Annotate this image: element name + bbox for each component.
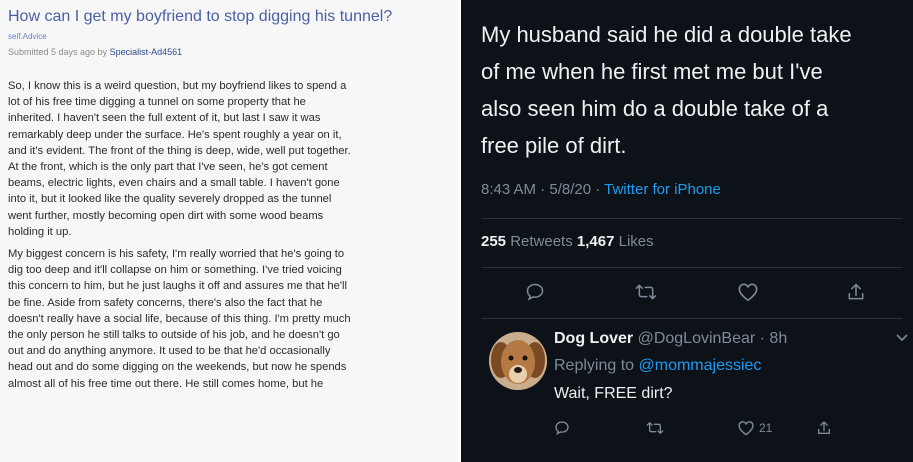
dog-avatar-image [489,332,547,390]
like-icon [738,421,754,436]
post-line: into it, but it looked like the quality … [8,193,332,206]
post-line: So, I know this is a weird question, but… [8,80,347,92]
author-link[interactable]: Specialist-Ad4561 [110,47,183,57]
replying-prefix: Replying to [554,357,639,374]
post-body: So, I know this is a weird question, but… [8,78,448,392]
tweet-line: My husband said he did a double take [481,22,852,47]
submitted-text: Submitted 5 days ago by [8,47,110,57]
post-line: remarkably deep under the surface. He's … [8,128,342,141]
post-title[interactable]: How can I get my boyfriend to stop diggi… [8,8,392,26]
post-meta: Submitted 5 days ago by Specialist-Ad456… [8,47,182,57]
reply-like-count: 21 [759,421,773,435]
avatar[interactable] [489,332,547,390]
post-line: My biggest concern is his safety, I'm re… [8,248,345,261]
post-line: doesn't really have a social life, becau… [8,312,351,325]
reddit-post: How can I get my boyfriend to stop diggi… [0,0,458,462]
divider-line [481,318,903,319]
post-line: be fine. Aside from safety concerns, the… [8,296,323,309]
retweet-button[interactable] [635,282,657,302]
share-icon [818,421,830,434]
reply-icon [555,421,569,436]
retweet-icon [635,284,657,300]
post-line: inherited. I haven't seen the full exten… [8,112,321,125]
reply-icon [526,283,544,301]
post-line: head out and do some digging on the week… [8,361,347,374]
tweet-stats: 255 Retweets 1,467 Likes [481,233,654,250]
divider-line [481,267,903,268]
reply-display-name[interactable]: Dog Lover [554,330,633,347]
reply-author[interactable]: Dog Lover @DogLovinBear · 8h [554,330,787,348]
reply-share-button[interactable] [816,420,832,436]
replying-handle[interactable]: @mommajessiec [639,357,762,374]
post-paragraph-1: So, I know this is a weird question, but… [8,78,448,240]
retweet-icon [646,422,664,434]
post-line: holding it up. [8,225,72,238]
post-line: the only person he still talks to outsid… [8,329,340,342]
retweet-count[interactable]: 255 [481,233,506,250]
share-icon [848,283,864,300]
subreddit-link[interactable]: self.Advice [8,32,47,41]
reply-like-button[interactable]: 21 [737,420,772,436]
reply-actions: 21 [554,420,894,442]
tweet-panel: My husband said he did a double take of … [461,0,913,462]
post-line: out and do anything anymore. It used to … [8,345,331,358]
reply-tweet[interactable]: Dog Lover @DogLovinBear · 8h Replying to… [481,322,911,462]
reply-retweet-button[interactable] [646,420,664,436]
post-line: beams, electric lights, even chairs and … [8,177,340,190]
tweet-line: of me when he first met me but I've [481,59,823,84]
tweet-time[interactable]: 8:43 AM · 5/8/20 · [481,181,604,198]
chevron-down-icon [896,334,908,342]
replying-to: Replying to @mommajessiec [554,357,761,375]
tweet-timestamp: 8:43 AM · 5/8/20 · Twitter for iPhone [481,181,721,198]
tweet-line: free pile of dirt. [481,133,627,158]
post-paragraph-2: My biggest concern is his safety, I'm re… [8,246,448,392]
post-line: this concern to him, but he just laughs … [8,280,347,293]
more-options[interactable] [895,330,909,348]
post-line: At the front, which is the only part tha… [8,161,328,174]
tweet-line: also seen him do a double take of a [481,96,829,121]
post-line: dig too deep and it'll collapse on him o… [8,264,342,277]
post-line: and it's evident. The front of the thing… [8,144,351,157]
tweet-source[interactable]: Twitter for iPhone [604,181,721,198]
divider-line [481,218,903,219]
reply-button[interactable] [525,282,545,302]
share-button[interactable] [846,282,866,302]
reply-handle-time: @DogLovinBear · 8h [633,330,788,347]
reply-reply-button[interactable] [554,420,570,436]
post-line: went further, mostly becoming open dirt … [8,209,324,222]
like-icon [738,283,758,302]
tweet-actions [461,282,913,304]
like-count[interactable]: 1,467 [577,233,615,250]
reply-text: Wait, FREE dirt? [554,385,673,402]
tweet-text: My husband said he did a double take of … [481,16,901,164]
like-button[interactable] [737,282,759,302]
post-line: lot of his free time digging a tunnel on… [8,96,306,109]
retweets-label: Retweets [506,233,577,250]
post-line: almost all of his free time out there. H… [8,377,324,390]
likes-label: Likes [614,233,654,250]
